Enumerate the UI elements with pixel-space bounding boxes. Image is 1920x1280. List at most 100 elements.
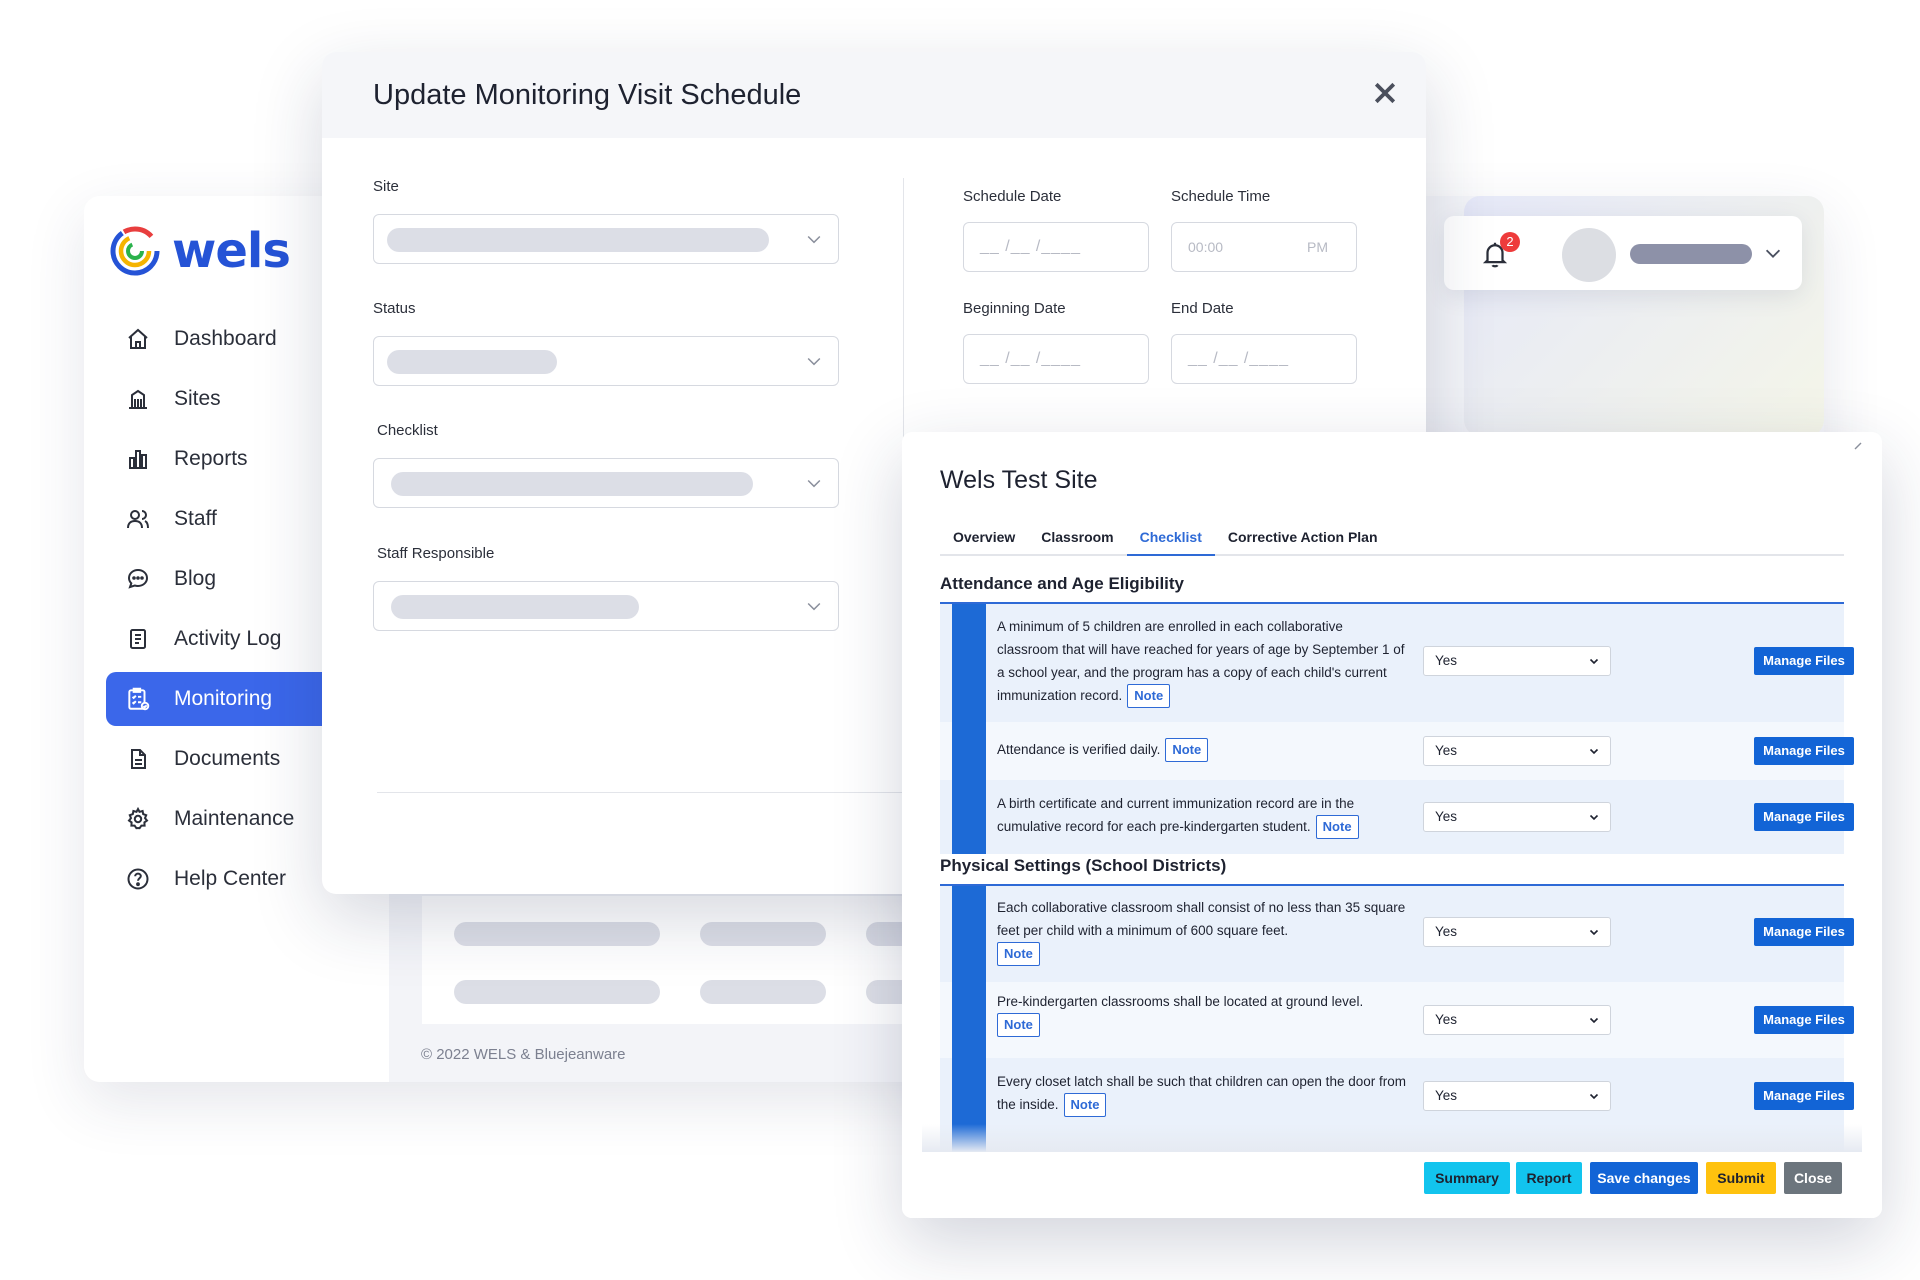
schedule-date-input[interactable]: __ /__ /____ xyxy=(963,222,1149,272)
checklist-modal: Wels Test Site Overview Classroom Checkl… xyxy=(902,432,1882,1218)
manage-files-button[interactable]: Manage Files xyxy=(1754,803,1854,831)
close-icon[interactable] xyxy=(1370,78,1400,108)
tab-overview[interactable]: Overview xyxy=(940,522,1028,556)
report-button[interactable]: Report xyxy=(1516,1162,1582,1194)
home-icon xyxy=(124,325,152,353)
item-text: A minimum of 5 children are enrolled in … xyxy=(997,619,1405,703)
section-title: Physical Settings (School Districts) xyxy=(940,856,1227,875)
schedule-time-input[interactable]: 00:00 PM xyxy=(1171,222,1357,272)
manage-files-button[interactable]: Manage Files xyxy=(1754,737,1854,765)
manage-files-button[interactable]: Manage Files xyxy=(1754,918,1854,946)
note-button[interactable]: Note xyxy=(1063,1093,1107,1118)
resize-handle-icon[interactable] xyxy=(1852,440,1864,452)
tab-bar: Overview Classroom Checklist Corrective … xyxy=(940,522,1844,556)
note-button[interactable]: Note xyxy=(997,942,1040,967)
header-user-bar: 2 xyxy=(1444,216,1802,290)
building-icon xyxy=(124,385,152,413)
select-value: Yes xyxy=(1435,653,1458,668)
checklist-row: Each collaborative classroom shall consi… xyxy=(940,886,1854,982)
select-value: Yes xyxy=(1435,1088,1458,1103)
compliance-select[interactable]: Yes xyxy=(1423,1005,1611,1035)
sidebar-item-label: Staff xyxy=(174,507,217,530)
time-placeholder: 00:00 xyxy=(1188,239,1224,255)
site-title: Wels Test Site xyxy=(940,466,1098,494)
chevron-down-icon[interactable] xyxy=(1762,242,1784,264)
checklist-row: Pre-kindergarten classrooms shall be loc… xyxy=(940,982,1854,1058)
select-value-placeholder xyxy=(387,350,557,374)
tab-checklist[interactable]: Checklist xyxy=(1126,522,1215,556)
table-skeleton-cell xyxy=(700,980,826,1004)
schedule-time-label: Schedule Time xyxy=(1171,188,1271,205)
status-label: Status xyxy=(373,300,416,317)
select-value: Yes xyxy=(1435,743,1458,758)
username-placeholder xyxy=(1630,244,1752,264)
end-date-input[interactable]: __ /__ /____ xyxy=(1171,334,1357,384)
note-button[interactable]: Note xyxy=(1127,684,1171,709)
select-value-placeholder xyxy=(391,472,753,496)
table-skeleton-cell xyxy=(454,980,660,1004)
sidebar-item-label: Dashboard xyxy=(174,327,277,350)
row-indicator xyxy=(952,780,986,854)
row-indicator xyxy=(952,604,986,722)
bar-chart-icon xyxy=(124,445,152,473)
compliance-select[interactable]: Yes xyxy=(1423,646,1611,676)
sidebar-item-label: Blog xyxy=(174,567,217,590)
status-select[interactable] xyxy=(373,336,839,386)
sidebar-item-label: Help Center xyxy=(174,867,287,890)
note-button[interactable]: Note xyxy=(1315,815,1359,840)
brand-logo[interactable]: wels xyxy=(110,226,291,276)
sidebar-item-label: Monitoring xyxy=(174,687,273,710)
chevron-down-icon xyxy=(807,479,821,488)
checklist-label: Checklist xyxy=(377,422,438,439)
save-changes-button[interactable]: Save changes xyxy=(1590,1162,1698,1194)
site-select[interactable] xyxy=(373,214,839,264)
checklist-row: A minimum of 5 children are enrolled in … xyxy=(940,604,1854,722)
background-table xyxy=(422,896,982,1024)
checklist-item-text: Attendance is verified daily. Note xyxy=(997,738,1407,763)
sidebar-item-label: Activity Log xyxy=(174,627,282,650)
compliance-select[interactable]: Yes xyxy=(1423,917,1611,947)
close-button[interactable]: Close xyxy=(1784,1162,1842,1194)
item-text: Attendance is verified daily. xyxy=(997,742,1161,757)
note-button[interactable]: Note xyxy=(997,1013,1040,1038)
chevron-down-icon xyxy=(1589,814,1599,821)
manage-files-button[interactable]: Manage Files xyxy=(1754,1082,1854,1110)
note-button[interactable]: Note xyxy=(1165,738,1209,763)
tab-classroom[interactable]: Classroom xyxy=(1028,522,1126,556)
select-value: Yes xyxy=(1435,924,1458,939)
notification-badge: 2 xyxy=(1500,232,1520,252)
site-label: Site xyxy=(373,178,399,195)
row-indicator xyxy=(952,982,986,1058)
manage-files-button[interactable]: Manage Files xyxy=(1754,647,1854,675)
end-date-label: End Date xyxy=(1171,300,1234,317)
checklist-icon xyxy=(124,685,152,713)
sidebar-item-label: Maintenance xyxy=(174,807,295,830)
avatar[interactable] xyxy=(1562,228,1616,282)
compliance-select[interactable]: Yes xyxy=(1423,802,1611,832)
compliance-select[interactable]: Yes xyxy=(1423,736,1611,766)
tab-corrective-action-plan[interactable]: Corrective Action Plan xyxy=(1215,522,1391,556)
submit-button[interactable]: Submit xyxy=(1706,1162,1776,1194)
beginning-date-label: Beginning Date xyxy=(963,300,1066,317)
chevron-down-icon xyxy=(1589,658,1599,665)
scroll-fade xyxy=(922,1124,1862,1152)
compliance-select[interactable]: Yes xyxy=(1423,1081,1611,1111)
manage-files-button[interactable]: Manage Files xyxy=(1754,1006,1854,1034)
chevron-down-icon xyxy=(1589,929,1599,936)
checklist-item-text: Every closet latch shall be such that ch… xyxy=(997,1070,1407,1118)
wels-logo-icon xyxy=(110,226,160,276)
checklist-select[interactable] xyxy=(373,458,839,508)
footer-copyright: © 2022 WELS & Bluejeanware xyxy=(421,1046,626,1063)
select-value: Yes xyxy=(1435,809,1458,824)
chat-bubble-icon xyxy=(124,565,152,593)
checklist-item-text: Each collaborative classroom shall consi… xyxy=(997,896,1407,967)
staff-responsible-select[interactable] xyxy=(373,581,839,631)
sidebar-item-label: Sites xyxy=(174,387,221,410)
help-circle-icon xyxy=(124,865,152,893)
summary-button[interactable]: Summary xyxy=(1424,1162,1510,1194)
chevron-down-icon xyxy=(1589,1017,1599,1024)
select-value: Yes xyxy=(1435,1012,1458,1027)
modal-title: Update Monitoring Visit Schedule xyxy=(373,78,802,111)
beginning-date-input[interactable]: __ /__ /____ xyxy=(963,334,1149,384)
checklist-item-text: A minimum of 5 children are enrolled in … xyxy=(997,615,1407,709)
